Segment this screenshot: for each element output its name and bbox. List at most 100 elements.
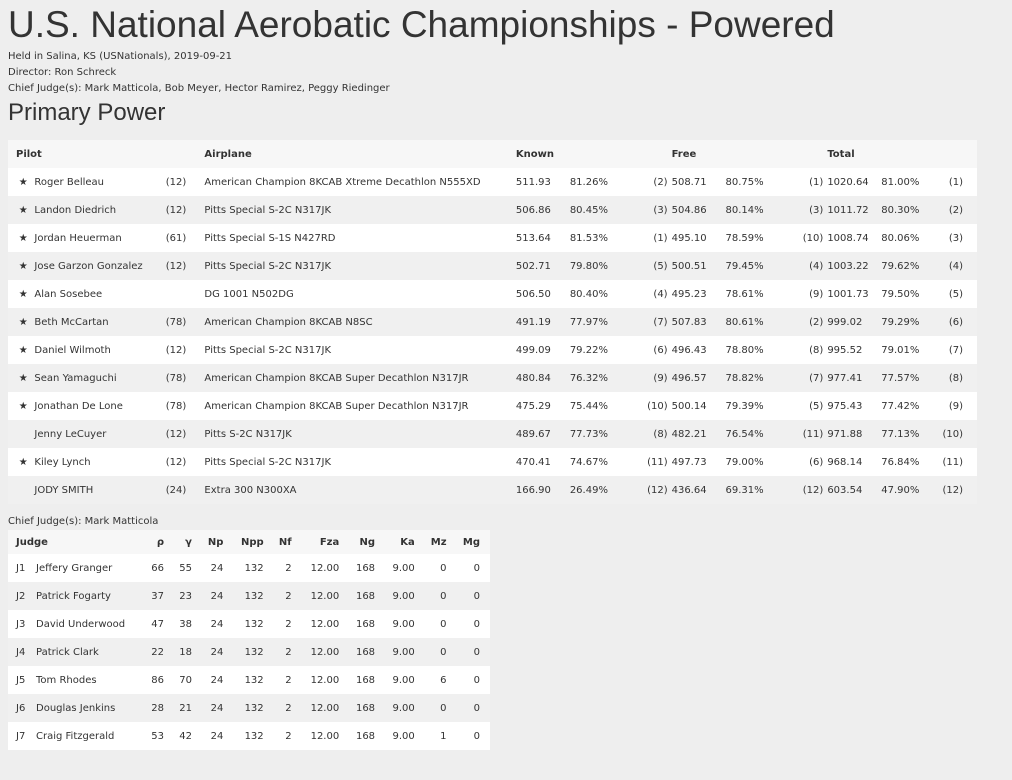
judge-fza: 12.00 (310, 674, 340, 686)
airplane: Pitts Special S-1S N427RD (204, 232, 336, 244)
pilot-number: (78) (165, 316, 187, 328)
total-rank: (9) (948, 400, 963, 412)
free-score: 507.83 (671, 316, 707, 328)
event-info: Held in Salina, KS (USNationals), 2019-0… (8, 49, 1012, 97)
result-row: ★ Landon Diedrich (12) Pitts Special S-2C N… (8, 196, 977, 224)
star-icon: ★ (18, 372, 28, 384)
judge-mz: 6 (440, 674, 447, 686)
judge-mg: 0 (473, 646, 480, 658)
known-rank: (4) (653, 288, 668, 300)
judge-gamma: 42 (179, 730, 192, 742)
pilot-number: (12) (165, 260, 187, 272)
judge-npp: 132 (244, 646, 264, 658)
result-row: ★ Daniel Wilmoth (12) Pitts Special S-2C N3… (8, 336, 977, 364)
total-percent: 47.90% (881, 484, 920, 496)
judge-row: J6 Douglas Jenkins 28 21 24 132 2 12.00 168 9.00 0… (8, 694, 490, 722)
free-percent: 79.45% (725, 260, 764, 272)
judge-row: J4 Patrick Clark 22 18 24 132 2 12.00 168 9.00 0 0 (8, 638, 490, 666)
judge-mz: 0 (440, 590, 447, 602)
judge-ng: 168 (355, 730, 376, 742)
known-percent: 80.40% (569, 288, 608, 300)
total-percent: 80.30% (881, 204, 920, 216)
known-percent: 26.49% (569, 484, 608, 496)
free-score: 504.86 (671, 204, 707, 216)
judge-np: 24 (210, 618, 224, 630)
pilot-name: Kiley Lynch (34, 456, 91, 468)
free-percent: 78.80% (725, 344, 764, 356)
free-percent: 80.61% (725, 316, 764, 328)
result-row: ★ Kiley Lynch (12) Pitts Special S-2C N317J… (8, 448, 977, 476)
total-percent: 79.50% (881, 288, 920, 300)
pilot-number: (12) (165, 428, 187, 440)
free-score: 500.51 (671, 260, 707, 272)
free-rank: (2) (809, 316, 824, 328)
total-rank: (2) (948, 204, 963, 216)
judge-row: J5 Tom Rhodes 86 70 24 132 2 12.00 168 9.00 6 0 (8, 666, 490, 694)
pilot-name: Jonathan De Lone (34, 400, 123, 412)
pilot-number: (12) (165, 204, 187, 216)
judge-ng: 168 (355, 646, 376, 658)
judge-id: J1 (16, 562, 26, 574)
pilot-name: Jordan Heuerman (34, 232, 122, 244)
judge-ka: 9.00 (392, 590, 415, 602)
known-score: 513.64 (515, 232, 551, 244)
judge-mz: 1 (440, 730, 447, 742)
page-title: U.S. National Aerobatic Championships - … (8, 4, 835, 45)
header-total: Total (827, 140, 977, 168)
result-row: ★ Jonathan De Lone (78) American Champion 8… (8, 392, 977, 420)
known-rank: (12) (647, 484, 668, 496)
total-percent: 79.62% (881, 260, 920, 272)
pilot-name: Jenny LeCuyer (34, 428, 107, 440)
judge-fza: 12.00 (310, 590, 340, 602)
free-score: 436.64 (671, 484, 707, 496)
free-score: 497.73 (671, 456, 707, 468)
free-rank: (6) (809, 456, 824, 468)
free-score: 495.23 (671, 288, 707, 300)
judge-ka: 9.00 (392, 646, 415, 658)
judge-ng: 168 (355, 590, 376, 602)
judge-ka: 9.00 (392, 730, 415, 742)
header-free: Free (671, 140, 828, 168)
known-rank: (6) (653, 344, 668, 356)
judge-fza: 12.00 (310, 646, 340, 658)
judges-table: Judge ρ γ Np Npp Nf Fza Ng Ka Mz Mg J1 Jeffery Gran… (8, 530, 490, 750)
free-percent: 69.31% (725, 484, 764, 496)
chief-judges-line: Chief Judge(s): Mark Matticola, Bob Meye… (8, 83, 390, 94)
result-row: JODY SMITH (24) Extra 300 N300XA 166.90 26.4… (8, 476, 977, 504)
judge-mz: 0 (440, 618, 447, 630)
total-rank: (11) (942, 456, 963, 468)
judge-row: J3 David Underwood 47 38 24 132 2 12.00 168 9.00 0… (8, 610, 490, 638)
pilot-name: Roger Belleau (34, 176, 105, 188)
free-rank: (8) (809, 344, 824, 356)
judges-chief-line: Chief Judge(s): Mark Matticola (8, 516, 159, 527)
free-score: 508.71 (671, 176, 707, 188)
star-icon: ★ (18, 344, 28, 356)
total-percent: 76.84% (881, 456, 920, 468)
judge-id: J3 (16, 618, 26, 630)
free-percent: 78.82% (725, 372, 764, 384)
known-score: 489.67 (515, 428, 551, 440)
judge-ka: 9.00 (392, 702, 415, 714)
total-score: 977.41 (827, 372, 863, 384)
star-icon: ★ (18, 456, 28, 468)
total-percent: 79.29% (881, 316, 920, 328)
judge-name: Craig Fitzgerald (36, 730, 115, 742)
airplane: Pitts Special S-2C N317JK (204, 260, 332, 272)
known-percent: 74.67% (569, 456, 608, 468)
total-percent: 80.06% (881, 232, 920, 244)
judges-header-5: Nf (273, 530, 302, 554)
judge-name: Douglas Jenkins (36, 702, 116, 714)
total-rank: (6) (948, 316, 963, 328)
free-percent: 78.59% (725, 232, 764, 244)
total-rank: (7) (948, 344, 963, 356)
judge-rho: 53 (151, 730, 164, 742)
judge-fza: 12.00 (310, 562, 340, 574)
judge-mg: 0 (473, 562, 480, 574)
total-score: 1003.22 (827, 260, 869, 272)
header-pilot: Pilot (8, 140, 205, 168)
judge-nf: 2 (285, 646, 292, 658)
judge-mg: 0 (473, 590, 480, 602)
judge-np: 24 (210, 562, 224, 574)
judge-npp: 132 (244, 590, 264, 602)
judge-ng: 168 (355, 702, 376, 714)
